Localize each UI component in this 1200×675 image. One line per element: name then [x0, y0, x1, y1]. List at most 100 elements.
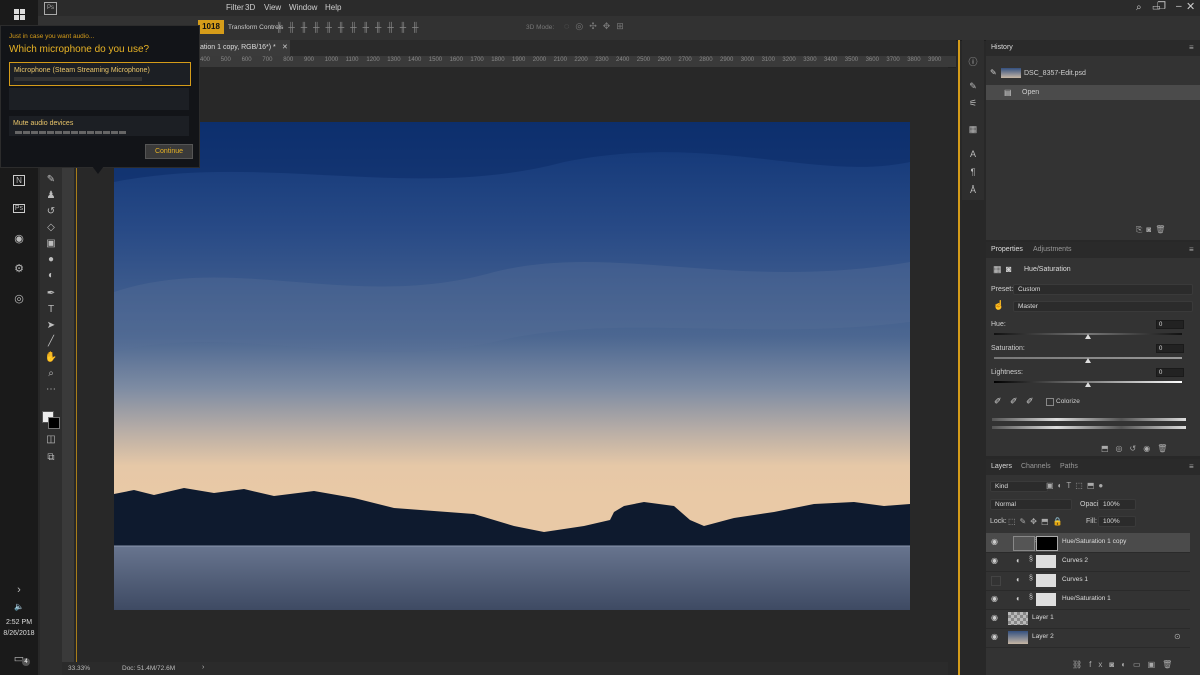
layer-name[interactable]: Layer 2 [1032, 633, 1054, 640]
minimize-icon[interactable]: – [1176, 1, 1182, 12]
lightness-value[interactable]: 0 [1156, 368, 1184, 377]
visibility-eye-icon[interactable]: ◉ [991, 537, 998, 546]
colorize-checkbox[interactable] [1046, 398, 1054, 406]
dodge-tool-icon[interactable]: ◐ [44, 268, 58, 282]
zoom-level[interactable]: 33.33% [68, 665, 90, 672]
doc-size[interactable]: Doc: 51.4M/72.6M [122, 665, 175, 672]
layer-row[interactable]: ◉ ◐ § Curves 2 [986, 552, 1190, 572]
tab-channels[interactable]: Channels [1021, 463, 1051, 470]
type-tool-icon[interactable]: T [44, 302, 58, 316]
saturation-value[interactable]: 0 [1156, 344, 1184, 353]
glyphs-icon[interactable]: Å [967, 184, 979, 196]
layer-mask-thumbnail[interactable] [1036, 593, 1056, 606]
panel-menu-icon[interactable]: ≡ [1189, 462, 1194, 471]
adjustments-icon[interactable]: ⚟ [967, 97, 979, 109]
lightness-slider-thumb[interactable] [1085, 382, 1091, 387]
fill-value[interactable]: 100% [1098, 516, 1136, 527]
quick-mask-icon[interactable]: ◫ [44, 432, 58, 446]
menu-window[interactable]: Window [289, 3, 317, 12]
eyedropper-minus-icon[interactable]: ✐ [1026, 396, 1034, 407]
more-tools-icon[interactable]: ⋯ [44, 382, 58, 396]
tab-close-icon[interactable]: ✕ [282, 43, 288, 51]
close-icon[interactable]: ✕ [1186, 0, 1195, 13]
brush-settings-icon[interactable]: ✎ [967, 80, 979, 92]
panel-menu-icon[interactable]: ≡ [1189, 43, 1194, 52]
smart-filter-icon[interactable]: ⊙ [1174, 632, 1181, 641]
speaker-icon[interactable]: 🔈 [9, 596, 29, 616]
blur-tool-icon[interactable]: ● [44, 252, 58, 266]
line-tool-icon[interactable]: ╱ [44, 334, 58, 348]
lock-icons[interactable]: ⬚✎✥⬒🔒 [1008, 517, 1066, 526]
brush-tool-icon[interactable]: ✎ [44, 172, 58, 186]
visibility-eye-icon[interactable]: ◉ [991, 613, 998, 622]
hue-slider-thumb[interactable] [1085, 334, 1091, 339]
document-image[interactable] [114, 122, 910, 610]
saturation-slider-thumb[interactable] [1085, 358, 1091, 363]
visibility-eye-icon[interactable]: ◉ [991, 632, 998, 641]
taskbar-time[interactable]: 2:52 PM [2, 619, 36, 626]
properties-footer-icons[interactable]: ⬒◎↺◉🗑 [1101, 444, 1174, 453]
channel-select[interactable]: Master [1013, 301, 1193, 312]
layer-filter-kind[interactable]: Kind [990, 481, 1048, 492]
tab-paths[interactable]: Paths [1060, 463, 1078, 470]
menu-3d[interactable]: 3D [245, 3, 255, 12]
mic-option-empty[interactable] [9, 88, 189, 110]
screen-mode-icon[interactable]: ⧉ [44, 450, 58, 464]
layer-row[interactable]: ◉ ◐ § Hue/Saturation 1 [986, 590, 1190, 610]
history-state-open[interactable]: ▤ Open [986, 85, 1200, 100]
mute-option[interactable]: Mute audio devices [9, 116, 189, 136]
menu-help[interactable]: Help [325, 3, 341, 12]
layer-thumbnail[interactable] [1008, 631, 1028, 644]
layer-row[interactable]: ◉ § Hue/Saturation 1 copy [986, 533, 1190, 553]
path-select-icon[interactable]: ➤ [44, 318, 58, 332]
opacity-value[interactable]: 100% [1098, 499, 1136, 510]
character-icon[interactable]: A [967, 148, 979, 160]
history-tab[interactable]: History [991, 44, 1013, 51]
menu-filter[interactable]: Filter [226, 3, 244, 12]
eyedropper-icon[interactable]: ✐ [994, 396, 1002, 407]
layers-footer-icons[interactable]: ⛓fx◙◐▭▣🗑 [1072, 660, 1179, 669]
layer-name[interactable]: Hue/Saturation 1 [1062, 595, 1111, 602]
hue-value[interactable]: 0 [1156, 320, 1184, 329]
search-icon[interactable]: ⌕ [1136, 2, 1142, 13]
layer-mask-thumbnail[interactable] [1036, 555, 1056, 568]
layer-name[interactable]: Layer 1 [1032, 614, 1054, 621]
blend-mode-select[interactable]: Normal [990, 499, 1072, 510]
layer-name[interactable]: Curves 1 [1062, 576, 1088, 583]
visibility-eye-icon[interactable]: ◉ [991, 594, 998, 603]
pen-tool-icon[interactable]: ✒ [44, 286, 58, 300]
tab-properties[interactable]: Properties [991, 246, 1023, 253]
align-icons[interactable]: ╫╫╫╫╫╫╫╫╫╫╫╫ [276, 22, 425, 32]
continue-button[interactable]: Continue [145, 144, 193, 159]
eyedropper-plus-icon[interactable]: ✐ [1010, 396, 1018, 407]
stamp-tool-icon[interactable]: ♟ [44, 188, 58, 202]
layer-filter-icons[interactable]: ▣◐T⬚⬒● [1046, 481, 1107, 490]
photoshop-taskbar-icon[interactable]: Ps [9, 198, 29, 218]
layer-row[interactable]: ◉ Layer 2 ⊙ [986, 628, 1190, 648]
steam-icon[interactable]: ⚙ [9, 258, 29, 278]
history-brush-icon[interactable]: ↺ [44, 204, 58, 218]
history-footer-icons[interactable]: ⎘◙🗑 [1136, 225, 1169, 235]
3d-mode-icons[interactable]: ◌◎✣✥⊞ [564, 21, 630, 32]
history-snapshot[interactable]: ✎ DSC_8357-Edit.psd [986, 66, 1200, 80]
layer-name[interactable]: Curves 2 [1062, 557, 1088, 564]
menu-view[interactable]: View [264, 3, 281, 12]
layer-thumbnail[interactable] [1008, 612, 1028, 625]
app-icon[interactable]: ◎ [9, 288, 29, 308]
zoom-tool-icon[interactable]: ⌕ [44, 366, 58, 380]
restore-icon[interactable]: ❐ [1157, 1, 1166, 12]
status-menu-icon[interactable]: › [202, 664, 204, 671]
mic-option[interactable]: Microphone (Steam Streaming Microphone) [9, 62, 191, 86]
paragraph-icon[interactable]: ¶ [967, 166, 979, 178]
info-icon[interactable]: ⓘ [967, 55, 979, 67]
layer-row[interactable]: ◐ § Curves 1 [986, 571, 1190, 591]
visibility-off-box[interactable] [991, 576, 1001, 586]
taskbar-date[interactable]: 8/26/2018 [0, 630, 38, 637]
preset-select[interactable]: Custom [1013, 284, 1193, 295]
layer-mask-thumbnail[interactable] [1036, 536, 1058, 551]
chrome-icon[interactable]: ◉ [9, 228, 29, 248]
hand-tool-icon[interactable]: ✋ [44, 350, 58, 364]
gradient-tool-icon[interactable]: ▣ [44, 236, 58, 250]
background-color-swatch[interactable] [48, 417, 60, 429]
tab-layers[interactable]: Layers [991, 463, 1012, 470]
